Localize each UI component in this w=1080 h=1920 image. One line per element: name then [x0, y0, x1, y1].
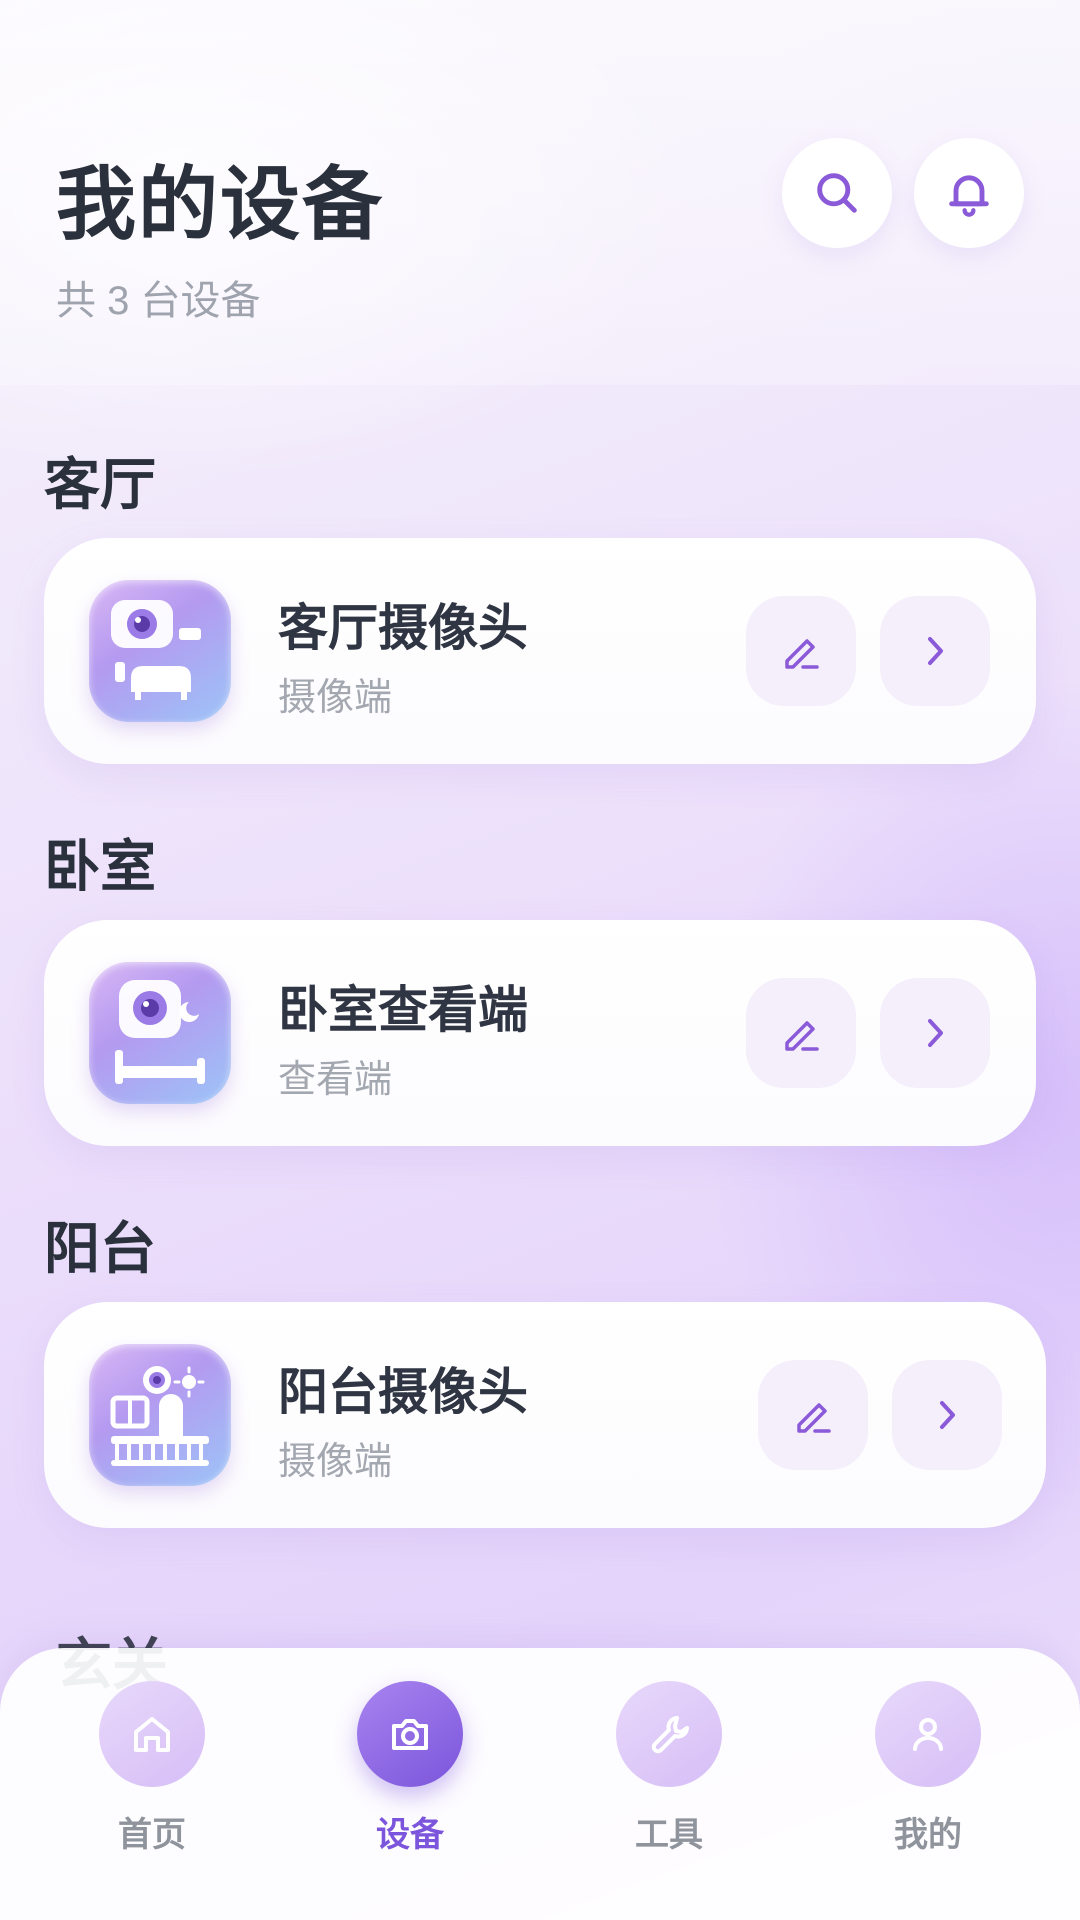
user-icon [913, 1718, 943, 1751]
header: 我的设备 共 3 台设备 [0, 0, 1080, 385]
device-card-balcony-camera[interactable]: 阳台摄像头 摄像端 [44, 1302, 1046, 1528]
bottom-tab-bar: 首页 设备 工具 我的 [0, 1648, 1080, 1920]
notification-button[interactable] [914, 138, 1024, 248]
balcony-camera-icon [89, 1344, 231, 1486]
device-name: 阳台摄像头 [278, 1364, 528, 1420]
open-detail-button[interactable] [880, 978, 990, 1088]
camera-icon [392, 1719, 428, 1750]
tab-home[interactable]: 首页 [87, 1681, 217, 1856]
tab-profile[interactable]: 我的 [863, 1681, 993, 1856]
tab-label: 设备 [376, 1816, 444, 1854]
living-room-camera-icon [89, 580, 231, 722]
device-type: 摄像端 [278, 1441, 393, 1483]
open-detail-button[interactable] [892, 1360, 1002, 1470]
tab-label: 首页 [118, 1816, 186, 1854]
pencil-icon [785, 1021, 819, 1051]
section-title-bedroom: 卧室 [44, 835, 156, 898]
search-icon [817, 173, 857, 213]
tab-devices[interactable]: 设备 [345, 1681, 475, 1856]
device-type: 查看端 [278, 1059, 393, 1101]
section-title-living-room: 客厅 [44, 453, 156, 516]
edit-button[interactable] [746, 596, 856, 706]
wrench-icon [651, 1716, 689, 1754]
chevron-right-icon [928, 637, 943, 665]
chevron-right-icon [928, 1019, 943, 1047]
open-detail-button[interactable] [880, 596, 990, 706]
device-card-living-room-camera[interactable]: 客厅摄像头 摄像端 [44, 538, 1036, 764]
tab-label: 我的 [894, 1816, 962, 1854]
section-title-balcony: 阳台 [44, 1217, 156, 1280]
device-name: 卧室查看端 [278, 982, 528, 1038]
search-button[interactable] [782, 138, 892, 248]
tab-label: 工具 [635, 1816, 703, 1854]
bell-icon [949, 175, 989, 217]
device-count: 共 3 台设备 [56, 279, 261, 323]
page-title: 我的设备 [56, 160, 384, 249]
edit-button[interactable] [746, 978, 856, 1088]
pencil-icon [785, 639, 819, 669]
home-icon [134, 1717, 170, 1752]
device-type: 摄像端 [278, 677, 393, 719]
tab-tools[interactable]: 工具 [604, 1681, 734, 1856]
device-name: 客厅摄像头 [278, 600, 528, 656]
bedroom-viewer-icon [89, 962, 231, 1104]
device-card-bedroom-viewer[interactable]: 卧室查看端 查看端 [44, 920, 1036, 1146]
pencil-icon [797, 1403, 831, 1433]
edit-button[interactable] [758, 1360, 868, 1470]
chevron-right-icon [940, 1401, 955, 1429]
